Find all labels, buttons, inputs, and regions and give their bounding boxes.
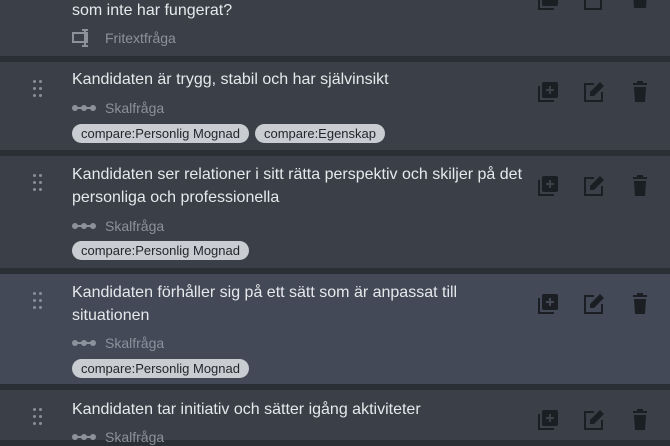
duplicate-button[interactable] (536, 174, 560, 198)
edit-button[interactable] (582, 80, 606, 104)
question-text: som inte har fungerat? (72, 2, 233, 19)
tag-list: compare:Personlig Mognad (72, 241, 249, 260)
drag-handle-icon[interactable] (33, 174, 43, 192)
delete-button[interactable] (628, 292, 652, 316)
question-text: Kandidaten tar initiativ och sätter igån… (72, 401, 421, 418)
edit-button[interactable] (582, 174, 606, 198)
question-card: Kandidaten tar initiativ och sätter igån… (0, 390, 670, 445)
question-text: Kandidaten förhåller sig på ett sätt som… (72, 284, 458, 324)
edit-button[interactable] (582, 408, 606, 432)
question-type: Skalfråga (72, 99, 164, 117)
duplicate-button[interactable] (536, 80, 560, 104)
question-card: Kandidaten ser relationer i sitt rätta p… (0, 156, 670, 268)
duplicate-button[interactable] (536, 292, 560, 316)
free-text-icon (72, 29, 96, 47)
edit-button[interactable] (582, 292, 606, 316)
question-type: Skalfråga (72, 428, 164, 446)
scale-icon (72, 336, 96, 350)
scale-icon (72, 101, 96, 115)
tag: compare:Personlig Mognad (72, 124, 249, 143)
question-card: som inte har fungerat? Fritextfråga (0, 0, 670, 56)
duplicate-button[interactable] (536, 0, 560, 12)
question-type-label: Fritextfråga (105, 30, 176, 46)
question-card: Kandidaten är trygg, stabil och har själ… (0, 62, 670, 150)
tag: compare:Personlig Mognad (72, 241, 249, 260)
drag-handle-icon[interactable] (33, 292, 43, 310)
tag-list: compare:Personlig Mognad compare:Egenska… (72, 124, 385, 143)
question-card: Kandidaten förhåller sig på ett sätt som… (0, 274, 670, 384)
question-type-label: Skalfråga (105, 100, 165, 116)
delete-button[interactable] (628, 0, 652, 12)
scale-icon (72, 430, 96, 444)
question-type-label: Skalfråga (105, 218, 165, 234)
delete-button[interactable] (628, 80, 652, 104)
edit-button[interactable] (582, 0, 606, 12)
question-type: Skalfråga (72, 334, 164, 352)
duplicate-button[interactable] (536, 408, 560, 432)
question-type: Fritextfråga (72, 29, 176, 47)
drag-handle-icon[interactable] (33, 80, 43, 98)
tag: compare:Personlig Mognad (72, 359, 249, 378)
question-type: Skalfråga (72, 217, 164, 235)
question-type-label: Skalfråga (105, 429, 165, 445)
question-text: Kandidaten är trygg, stabil och har själ… (72, 71, 389, 88)
tag: compare:Egenskap (254, 124, 385, 143)
question-type-label: Skalfråga (105, 335, 165, 351)
delete-button[interactable] (628, 174, 652, 198)
tag-list: compare:Personlig Mognad (72, 359, 249, 378)
drag-handle-icon[interactable] (33, 408, 43, 426)
delete-button[interactable] (628, 408, 652, 432)
question-text: Kandidaten ser relationer i sitt rätta p… (72, 166, 523, 206)
scale-icon (72, 219, 96, 233)
